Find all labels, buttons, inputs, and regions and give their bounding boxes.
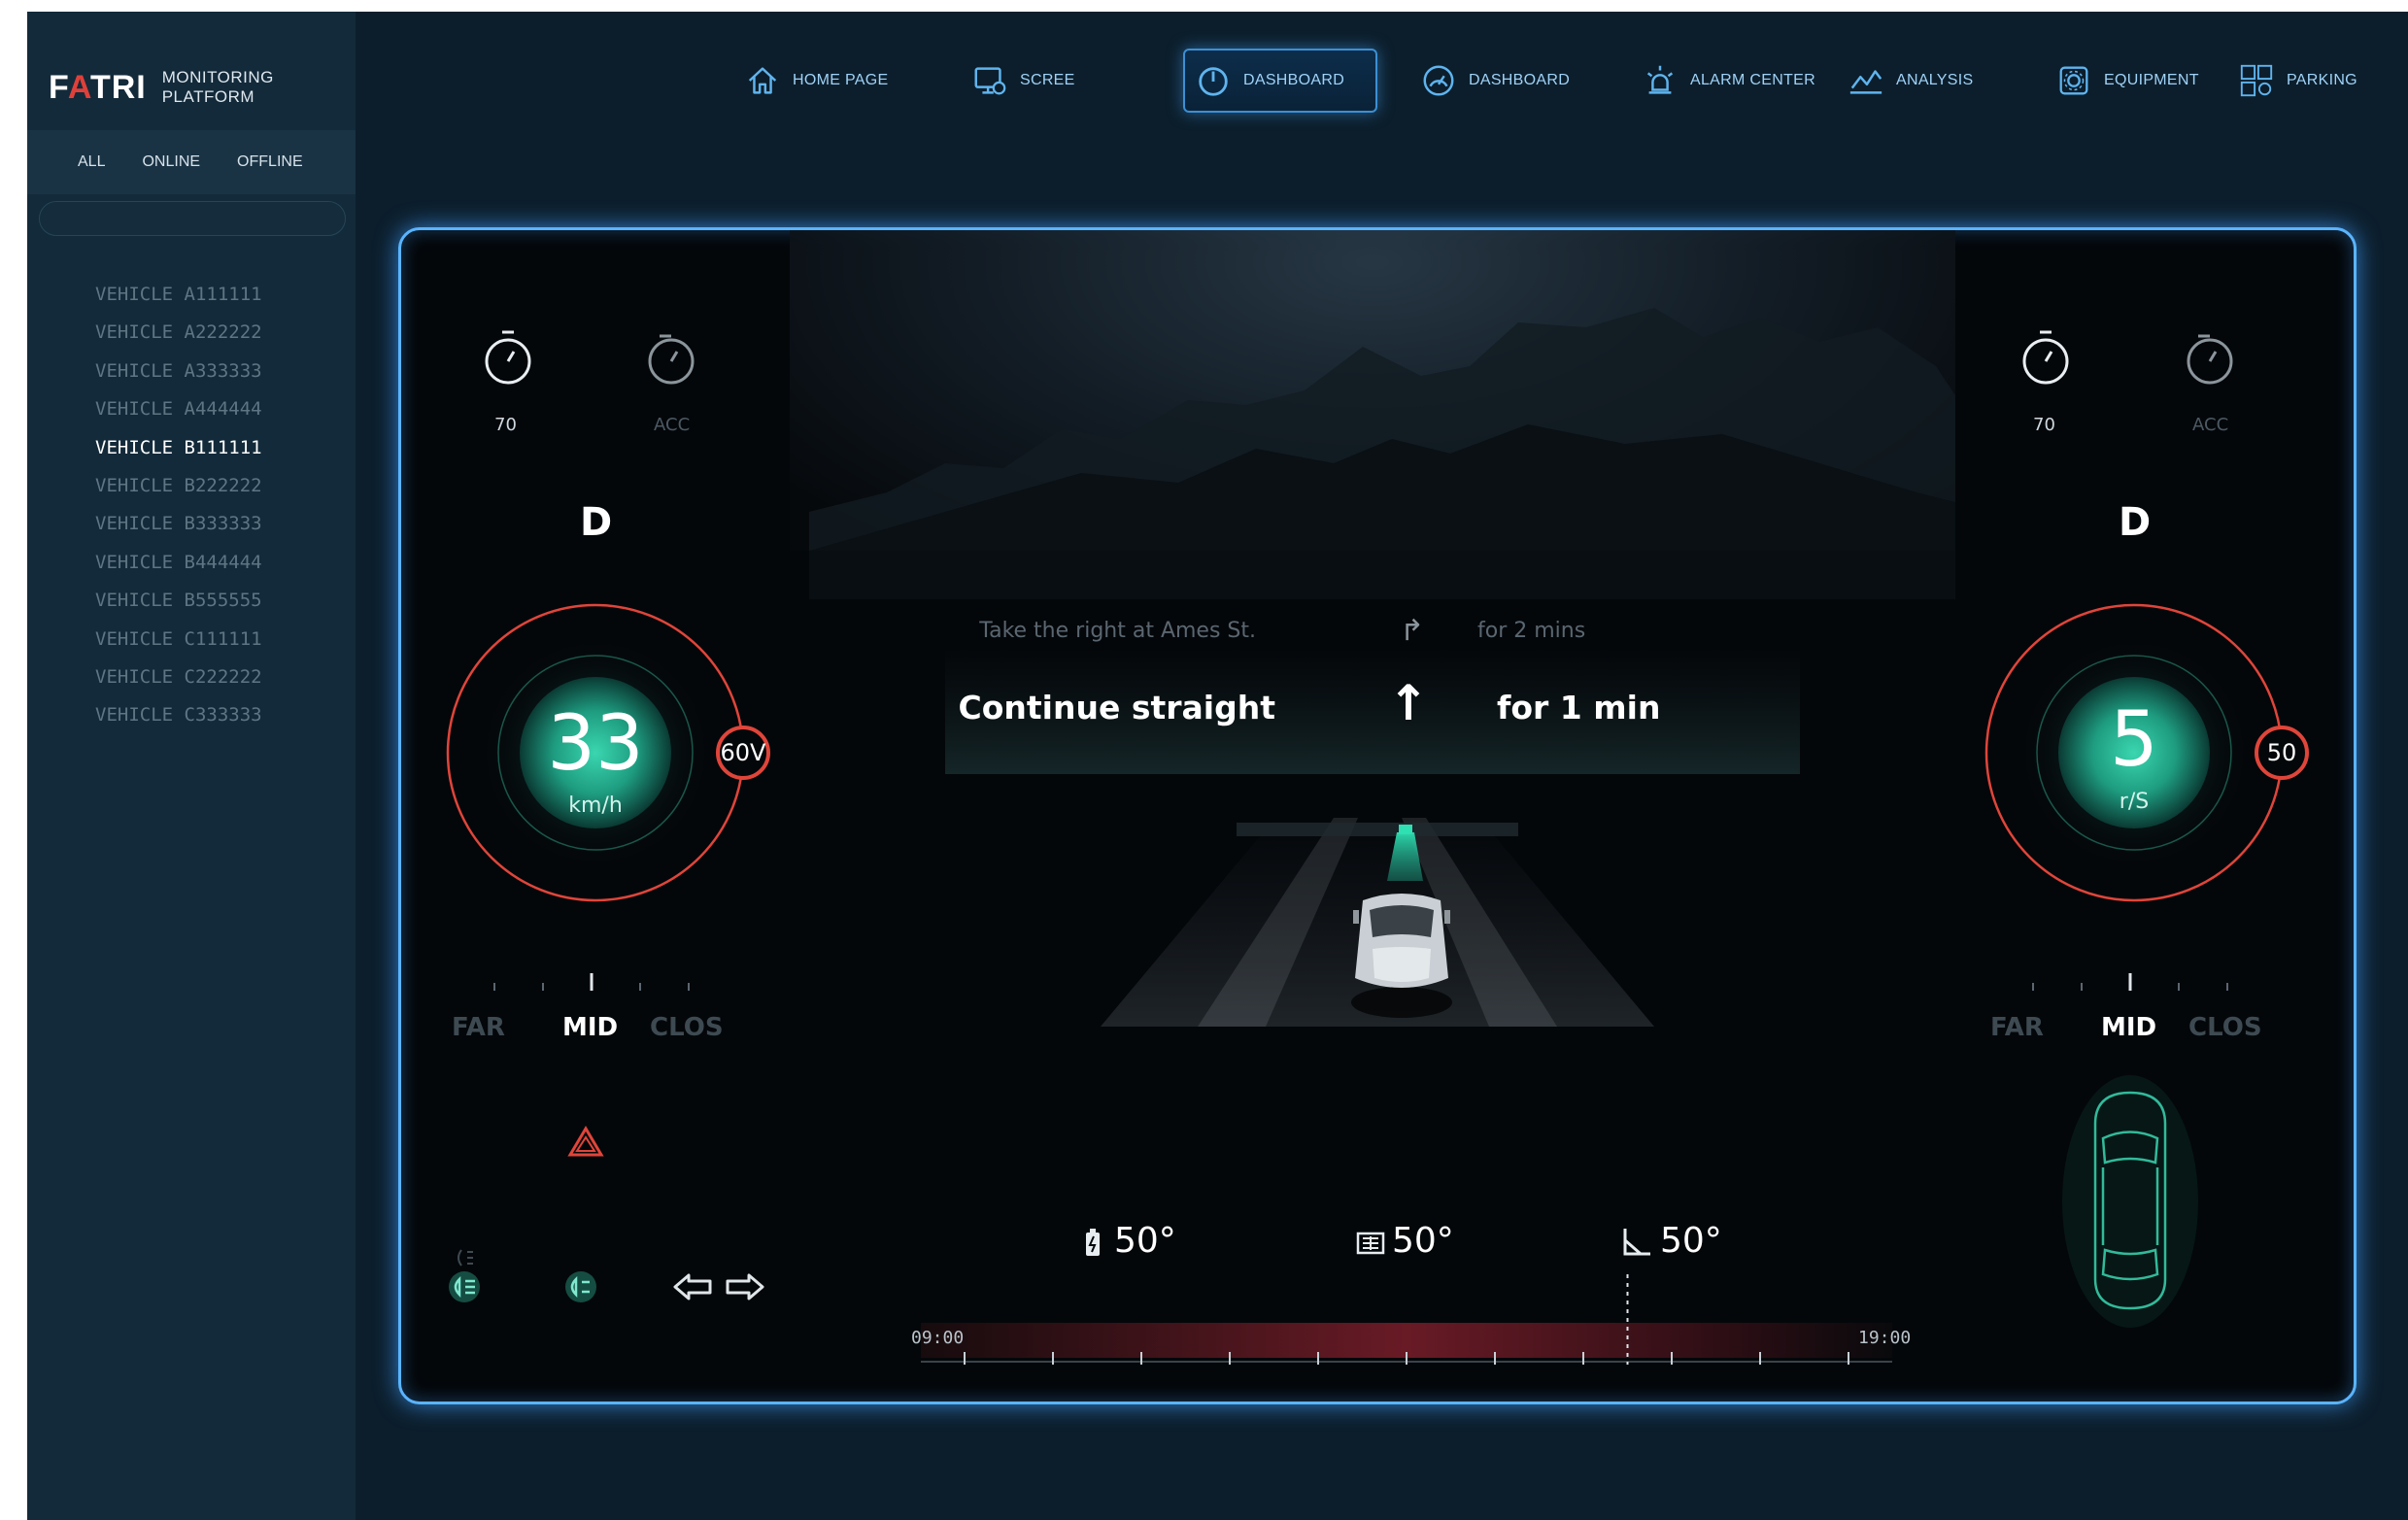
filter-all[interactable]: ALL — [78, 153, 105, 171]
vehicle-item[interactable]: VEHICLE C111111 — [95, 621, 262, 659]
brand: FATRI MONITORING PLATFORM — [49, 58, 356, 117]
nav-alarm-center[interactable]: ALARM CENTER — [1632, 49, 1825, 113]
vehicle-item[interactable]: VEHICLE B222222 — [95, 467, 262, 505]
vehicle-item[interactable]: VEHICLE A444444 — [95, 390, 262, 428]
left-speed-unit: km/h — [568, 794, 623, 818]
vehicle-item[interactable]: VEHICLE C333333 — [95, 696, 262, 734]
vehicle-item[interactable]: VEHICLE B111111 — [95, 429, 262, 467]
engine-temp-value: 50° — [1392, 1221, 1454, 1261]
left-acc-label: ACC — [654, 415, 691, 435]
left-dist-close: CLOS — [650, 1013, 724, 1042]
nav-home-page[interactable]: HOME PAGE — [734, 49, 898, 113]
left-speed-value: 33 — [547, 700, 644, 788]
filter-offline[interactable]: OFFLINE — [237, 153, 303, 171]
top-nav: HOME PAGE SCREE DASHBOARD DASHBOARD ALAR… — [356, 12, 2408, 128]
straight-arrow-icon: ↑ — [1388, 675, 1429, 731]
vehicle-item[interactable]: VEHICLE B333333 — [95, 505, 262, 543]
status-filter-bar: ALL ONLINE OFFLINE — [27, 130, 356, 194]
vehicle-item[interactable]: VEHICLE B444444 — [95, 544, 262, 582]
timeline-start-label: 09:00 — [911, 1328, 965, 1348]
right-rotation-value: 5 — [2110, 696, 2158, 784]
scene-graphics — [446, 308, 2309, 1365]
vehicle-item[interactable]: VEHICLE B555555 — [95, 582, 262, 620]
battery-temp-value: 50° — [1114, 1221, 1176, 1261]
left-gear-indicator: D — [580, 500, 613, 545]
app-root: FATRI MONITORING PLATFORM ALL ONLINE OFF… — [27, 12, 2408, 1520]
vehicle-item[interactable]: VEHICLE C222222 — [95, 659, 262, 696]
angle-icon — [1623, 1229, 1650, 1256]
left-dist-far: FAR — [452, 1013, 505, 1042]
vehicle-item[interactable]: VEHICLE A222222 — [95, 314, 262, 352]
gauge-icon — [1423, 65, 1454, 96]
brand-logo: FATRI — [49, 68, 147, 106]
filter-online[interactable]: ONLINE — [142, 153, 200, 171]
vehicle-item[interactable]: VEHICLE A111111 — [95, 276, 262, 314]
right-dist-close: CLOS — [2188, 1013, 2262, 1042]
nav-analysis[interactable]: ANALYSIS — [1838, 49, 1983, 113]
left-dist-mid: MID — [562, 1013, 619, 1042]
home-icon — [748, 67, 777, 94]
monitor-icon — [974, 67, 1006, 95]
nav-current-duration: for 1 min — [1497, 689, 1661, 726]
nav-dashboard-2[interactable]: DASHBOARD — [1410, 49, 1579, 113]
right-gear-indicator: D — [2119, 500, 2152, 545]
nav-screen[interactable]: SCREE — [962, 49, 1085, 113]
right-speed-limit-label: 70 — [2033, 415, 2055, 435]
nav-next-instruction: Take the right at Ames St. — [979, 619, 1256, 643]
vehicle-list: VEHICLE A111111 VEHICLE A222222 VEHICLE … — [95, 276, 262, 735]
left-voltage-badge: 60V — [720, 739, 766, 766]
turn-right-icon: ↱ — [1400, 614, 1425, 648]
right-limit-badge: 50 — [2266, 739, 2297, 766]
sidebar: FATRI MONITORING PLATFORM ALL ONLINE OFF… — [27, 12, 356, 1520]
speedometer-icon — [1199, 67, 1228, 96]
gear-icon — [2059, 66, 2088, 95]
right-rotation-unit: r/S — [2119, 790, 2150, 814]
parking-icon — [2240, 64, 2273, 97]
nav-dashboard-active[interactable]: DASHBOARD — [1183, 49, 1377, 113]
alarm-icon — [1646, 65, 1674, 94]
left-speed-limit-label: 70 — [494, 415, 517, 435]
brand-subtitle: MONITORING PLATFORM — [161, 68, 274, 106]
tilt-angle-value: 50° — [1660, 1221, 1722, 1261]
hazard-warning-icon — [567, 1126, 604, 1157]
line-chart-icon — [1849, 70, 1882, 94]
nav-current-instruction: Continue straight — [958, 689, 1276, 726]
engine-icon — [1356, 1232, 1385, 1255]
timeline-end-label: 19:00 — [1858, 1328, 1912, 1348]
right-acc-label: ACC — [2192, 415, 2229, 435]
right-dist-mid: MID — [2101, 1013, 2157, 1042]
nav-next-duration: for 2 mins — [1477, 619, 1586, 643]
dashboard-panel: 70 ACC D 33 km/h 60V FAR MID CLOS 70 ACC… — [398, 227, 2357, 1404]
right-dist-far: FAR — [1990, 1013, 2044, 1042]
nav-parking[interactable]: PARKING — [2228, 49, 2367, 113]
battery-icon — [1086, 1229, 1100, 1256]
vehicle-search-input[interactable] — [39, 201, 346, 236]
nav-equipment[interactable]: EQUIPMENT — [2046, 49, 2209, 113]
vehicle-item[interactable]: VEHICLE A333333 — [95, 353, 262, 390]
